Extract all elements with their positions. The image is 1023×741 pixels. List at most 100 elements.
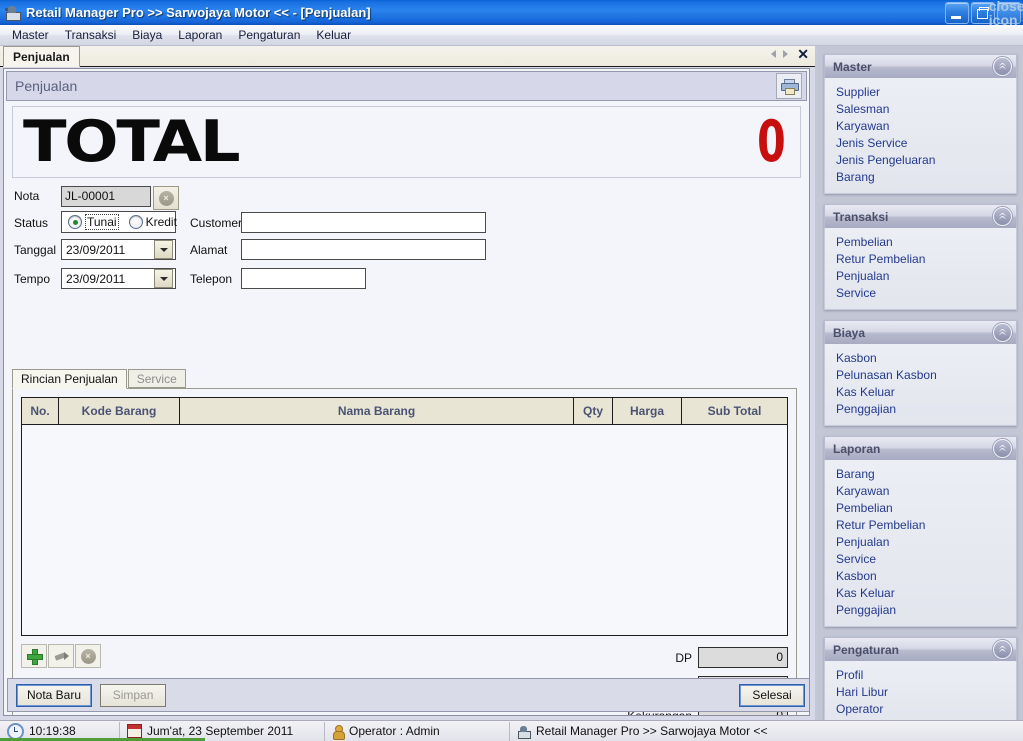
panel-biaya-header[interactable]: Biaya bbox=[824, 320, 1017, 344]
close-icon: close-icon bbox=[988, 0, 1023, 28]
nota-input[interactable]: JL-00001 bbox=[61, 186, 151, 207]
close-icon[interactable]: ✕ bbox=[795, 47, 811, 61]
alamat-label: Alamat bbox=[190, 243, 228, 257]
total-display: TOTAL 0 bbox=[12, 106, 801, 178]
sidebar-item-laporan-karyawan[interactable]: Karyawan bbox=[825, 483, 1016, 500]
menu-keluar[interactable]: Keluar bbox=[308, 26, 359, 44]
tempo-value: 23/09/2011 bbox=[66, 271, 126, 286]
menu-transaksi[interactable]: Transaksi bbox=[57, 26, 125, 44]
sidebar-item-laporan-barang[interactable]: Barang bbox=[825, 466, 1016, 483]
pencil-icon bbox=[54, 650, 69, 662]
sidebar-item-operator[interactable]: Operator bbox=[825, 701, 1016, 718]
total-label: TOTAL bbox=[23, 108, 241, 175]
panel-pengaturan-header[interactable]: Pengaturan bbox=[824, 637, 1017, 661]
sidebar-item-penggajian[interactable]: Penggajian bbox=[825, 401, 1016, 418]
sidebar-item-kas-keluar[interactable]: Kas Keluar bbox=[825, 384, 1016, 401]
next-arrow-icon[interactable] bbox=[783, 50, 789, 58]
chevron-down-icon[interactable] bbox=[154, 269, 173, 288]
mdi-tabstrip: Penjualan ✕ bbox=[0, 46, 815, 67]
edit-row-button[interactable] bbox=[48, 644, 74, 668]
radio-kredit-label: Kredit bbox=[145, 215, 177, 229]
tempo-datepicker[interactable]: 23/09/2011 bbox=[61, 268, 176, 289]
tab-rincian-penjualan[interactable]: Rincian Penjualan bbox=[12, 369, 127, 389]
sidebar-item-laporan-service[interactable]: Service bbox=[825, 551, 1016, 568]
sidebar-item-penjualan[interactable]: Penjualan bbox=[825, 268, 1016, 285]
tab-service[interactable]: Service bbox=[127, 369, 186, 388]
app-icon bbox=[517, 725, 531, 739]
sidebar-item-laporan-retur-pembelian[interactable]: Retur Pembelian bbox=[825, 517, 1016, 534]
mdi-client: Penjualan ✕ Penjualan TOTAL 0 Nota JL-00… bbox=[0, 46, 815, 720]
dp-value[interactable]: 0 bbox=[698, 647, 788, 668]
menu-biaya[interactable]: Biaya bbox=[124, 26, 170, 44]
minimize-button[interactable] bbox=[945, 2, 969, 24]
panel-laporan-header[interactable]: Laporan bbox=[824, 436, 1017, 460]
chevron-up-icon[interactable] bbox=[993, 323, 1012, 342]
customer-input[interactable] bbox=[241, 212, 486, 233]
selesai-label: Selesai bbox=[752, 688, 792, 702]
prev-arrow-icon[interactable] bbox=[771, 50, 777, 58]
sidebar-item-barang[interactable]: Barang bbox=[825, 169, 1016, 186]
print-button[interactable] bbox=[776, 73, 802, 99]
sidebar-item-karyawan[interactable]: Karyawan bbox=[825, 118, 1016, 135]
dp-label: DP bbox=[675, 650, 692, 665]
close-button[interactable]: close-icon bbox=[988, 0, 1023, 28]
form-button-bar: Nota Baru Simpan Selesai bbox=[7, 678, 809, 712]
panel-transaksi: Transaksi Pembelian Retur Pembelian Penj… bbox=[824, 204, 1017, 310]
radio-kredit[interactable]: Kredit bbox=[128, 215, 177, 229]
sidebar-item-laporan-penjualan[interactable]: Penjualan bbox=[825, 534, 1016, 551]
application-window: Retail Manager Pro >> Sarwojaya Motor <<… bbox=[0, 0, 1023, 741]
panel-transaksi-header[interactable]: Transaksi bbox=[824, 204, 1017, 228]
statusbar-operator-text: Operator : Admin bbox=[349, 724, 440, 738]
chevron-up-icon[interactable] bbox=[993, 640, 1012, 659]
menu-pengaturan[interactable]: Pengaturan bbox=[230, 26, 308, 44]
sidebar-item-laporan-kasbon[interactable]: Kasbon bbox=[825, 568, 1016, 585]
panel-transaksi-body: Pembelian Retur Pembelian Penjualan Serv… bbox=[824, 228, 1017, 310]
simpan-button[interactable]: Simpan bbox=[100, 683, 167, 707]
grid-rows-area[interactable] bbox=[21, 425, 788, 636]
telepon-label: Telepon bbox=[190, 272, 233, 286]
sidebar-item-service[interactable]: Service bbox=[825, 285, 1016, 302]
sidebar-item-laporan-penggajian[interactable]: Penggajian bbox=[825, 602, 1016, 619]
tanggal-value: 23/09/2011 bbox=[66, 242, 126, 257]
detail-tabstrip: Rincian Penjualan Service bbox=[12, 369, 797, 389]
sidebar-item-kasbon[interactable]: Kasbon bbox=[825, 350, 1016, 367]
tab-penjualan[interactable]: Penjualan bbox=[3, 46, 80, 67]
tanggal-datepicker[interactable]: 23/09/2011 bbox=[61, 239, 176, 260]
statusbar-time-text: 10:19:38 bbox=[29, 724, 76, 738]
status-radio-group[interactable]: Tunai Kredit bbox=[61, 211, 177, 233]
chevron-down-icon[interactable] bbox=[154, 240, 173, 259]
sidebar-item-supplier[interactable]: Supplier bbox=[825, 84, 1016, 101]
panel-pengaturan-body: Profil Hari Libur Operator bbox=[824, 661, 1017, 720]
sidebar-item-jenis-service[interactable]: Jenis Service bbox=[825, 135, 1016, 152]
alamat-input[interactable] bbox=[241, 239, 486, 260]
menu-master[interactable]: Master bbox=[4, 26, 57, 44]
panel-biaya: Biaya Kasbon Pelunasan Kasbon Kas Keluar… bbox=[824, 320, 1017, 426]
tempo-label: Tempo bbox=[14, 272, 51, 286]
app-icon bbox=[4, 4, 22, 22]
panel-master-header[interactable]: Master bbox=[824, 54, 1017, 78]
sidebar-item-hari-libur[interactable]: Hari Libur bbox=[825, 684, 1016, 701]
sidebar-item-pembelian[interactable]: Pembelian bbox=[825, 234, 1016, 251]
chevron-up-icon[interactable] bbox=[993, 57, 1012, 76]
nota-lookup-button[interactable]: × bbox=[153, 186, 179, 210]
selesai-button[interactable]: Selesai bbox=[739, 683, 805, 707]
add-row-button[interactable] bbox=[21, 644, 47, 668]
sidebar-item-jenis-pengeluaran[interactable]: Jenis Pengeluaran bbox=[825, 152, 1016, 169]
delete-row-button[interactable]: × bbox=[75, 644, 101, 668]
sidebar-item-profil[interactable]: Profil bbox=[825, 667, 1016, 684]
sidebar-item-salesman[interactable]: Salesman bbox=[825, 101, 1016, 118]
chevron-up-icon[interactable] bbox=[993, 207, 1012, 226]
radio-tunai-label: Tunai bbox=[85, 214, 119, 230]
radio-tunai[interactable]: Tunai bbox=[68, 214, 119, 230]
sidebar-item-pelunasan-kasbon[interactable]: Pelunasan Kasbon bbox=[825, 367, 1016, 384]
sidebar-item-retur-pembelian[interactable]: Retur Pembelian bbox=[825, 251, 1016, 268]
panel-laporan: Laporan Barang Karyawan Pembelian Retur … bbox=[824, 436, 1017, 627]
sidebar-item-laporan-pembelian[interactable]: Pembelian bbox=[825, 500, 1016, 517]
sidebar-item-laporan-kas-keluar[interactable]: Kas Keluar bbox=[825, 585, 1016, 602]
nota-baru-button[interactable]: Nota Baru bbox=[16, 683, 93, 707]
menu-laporan[interactable]: Laporan bbox=[170, 26, 230, 44]
telepon-input[interactable] bbox=[241, 268, 366, 289]
grid-header-row: No. Kode Barang Nama Barang Qty Harga Su… bbox=[21, 397, 788, 425]
chevron-up-icon[interactable] bbox=[993, 439, 1012, 458]
detail-panel: No. Kode Barang Nama Barang Qty Harga Su… bbox=[12, 389, 797, 715]
